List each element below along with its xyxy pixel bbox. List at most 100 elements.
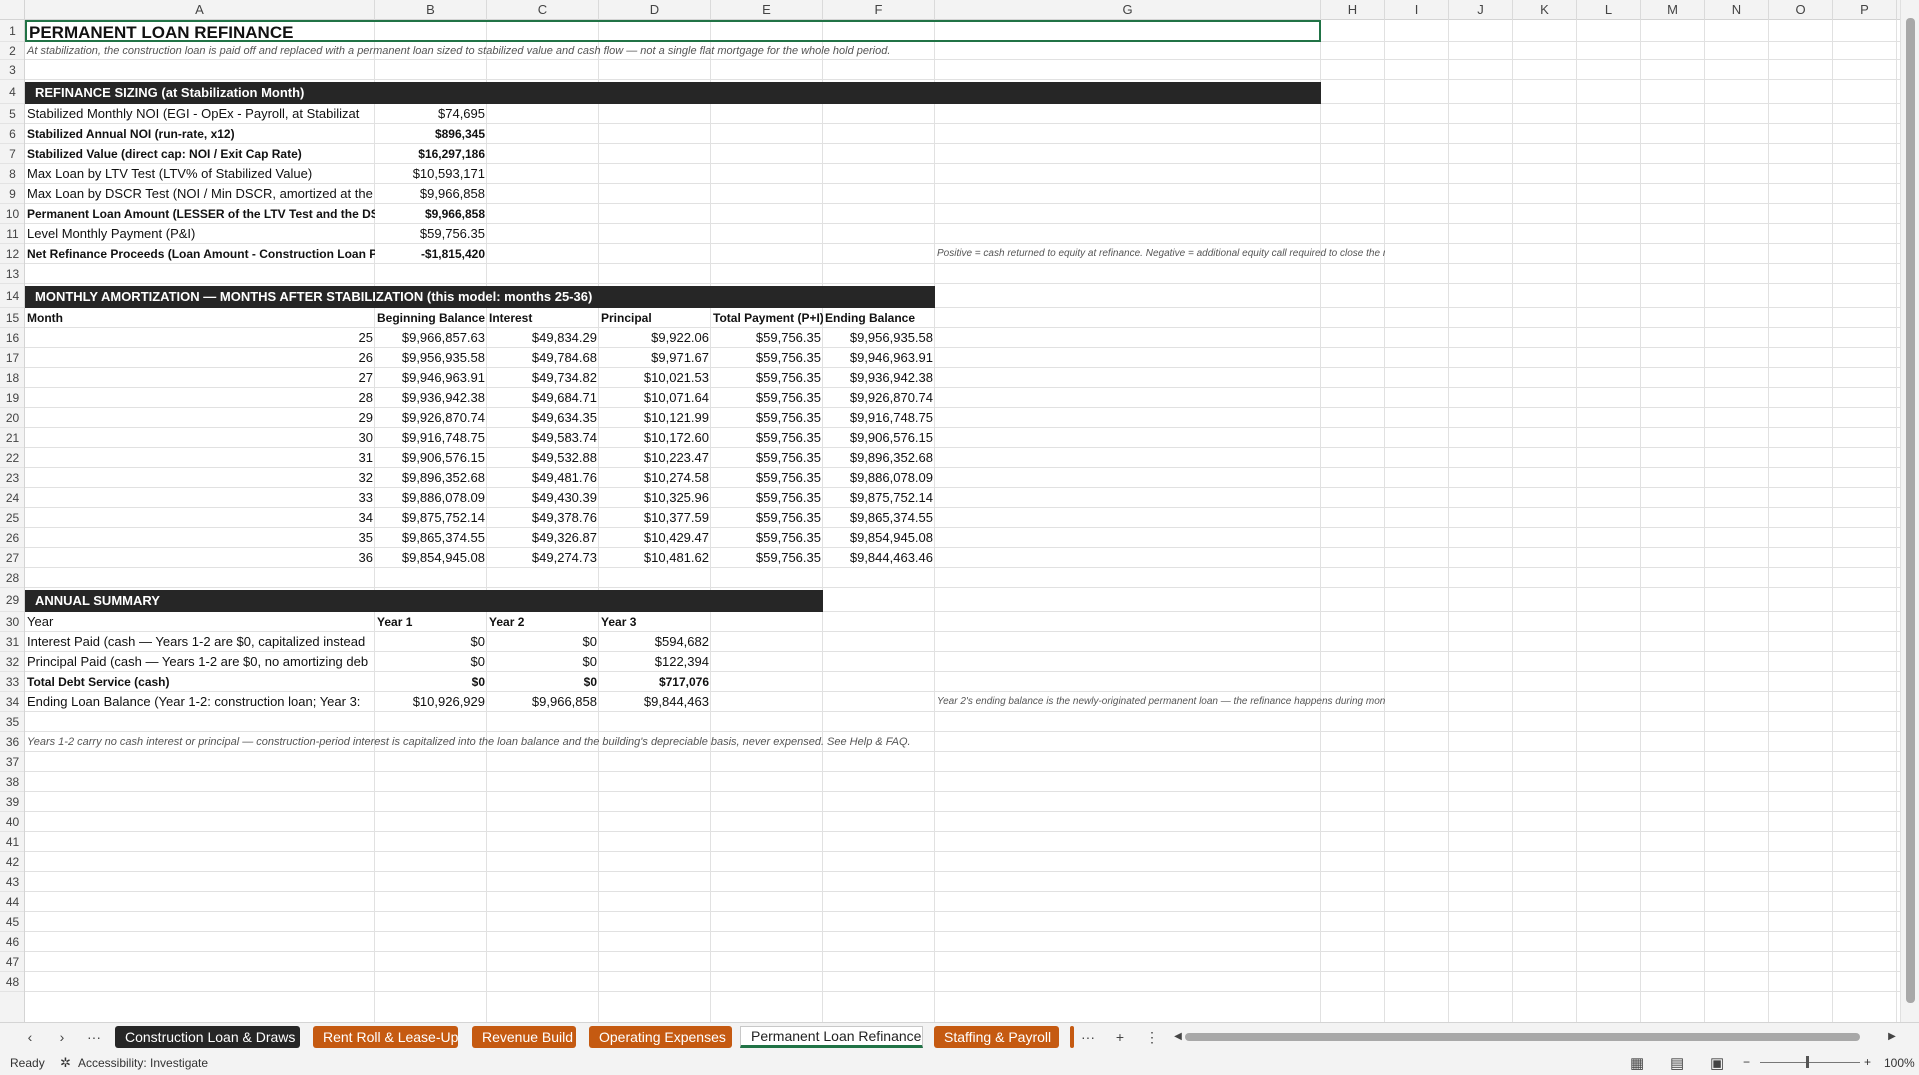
column-header-f[interactable]: F bbox=[823, 0, 935, 20]
amortization-value[interactable]: $49,583.74 bbox=[487, 428, 599, 448]
zoom-in-button[interactable]: + bbox=[1864, 1055, 1871, 1069]
amortization-value[interactable]: $9,946,963.91 bbox=[375, 368, 487, 388]
amortization-value[interactable]: $9,946,963.91 bbox=[823, 348, 935, 368]
amortization-value[interactable]: $10,429.47 bbox=[599, 528, 711, 548]
column-header-k[interactable]: K bbox=[1513, 0, 1577, 20]
row-header[interactable]: 11 bbox=[0, 224, 24, 244]
row-header[interactable]: 9 bbox=[0, 184, 24, 204]
annual-value[interactable]: $0 bbox=[487, 632, 599, 652]
sheet-tab-revenue-build[interactable]: Revenue Build bbox=[472, 1026, 576, 1048]
amortization-month[interactable]: 32 bbox=[25, 468, 375, 488]
refinance-proceeds-note[interactable]: Positive = cash returned to equity at re… bbox=[935, 244, 1385, 264]
row-header[interactable]: 2 bbox=[0, 42, 24, 60]
zoom-slider[interactable] bbox=[1760, 1062, 1860, 1063]
sizing-value[interactable]: $16,297,186 bbox=[375, 144, 487, 164]
amortization-value[interactable]: $9,966,857.63 bbox=[375, 328, 487, 348]
sheet-tab-operating-expenses[interactable]: Operating Expenses bbox=[589, 1026, 732, 1048]
page-break-view-icon[interactable]: ▣ bbox=[1710, 1054, 1724, 1072]
sizing-label[interactable]: Level Monthly Payment (P&I) bbox=[25, 224, 375, 244]
more-tabs-button[interactable]: ··· bbox=[1078, 1027, 1098, 1047]
row-header[interactable]: 37 bbox=[0, 752, 24, 772]
row-header[interactable]: 34 bbox=[0, 692, 24, 712]
amortization-value[interactable]: $59,756.35 bbox=[711, 468, 823, 488]
amortization-value[interactable]: $59,756.35 bbox=[711, 328, 823, 348]
annual-column-header[interactable]: Year 2 bbox=[487, 612, 599, 632]
horizontal-scroll-thumb[interactable] bbox=[1185, 1033, 1860, 1041]
column-header-h[interactable]: H bbox=[1321, 0, 1385, 20]
sizing-label[interactable]: Stabilized Value (direct cap: NOI / Exit… bbox=[25, 144, 375, 164]
amortization-value[interactable]: $49,378.76 bbox=[487, 508, 599, 528]
amortization-month[interactable]: 29 bbox=[25, 408, 375, 428]
row-header[interactable]: 6 bbox=[0, 124, 24, 144]
amortization-value[interactable]: $59,756.35 bbox=[711, 348, 823, 368]
row-header[interactable]: 41 bbox=[0, 832, 24, 852]
annual-value[interactable]: $0 bbox=[375, 672, 487, 692]
accessibility-status[interactable]: Accessibility: Investigate bbox=[78, 1056, 208, 1070]
amortization-value[interactable]: $9,865,374.55 bbox=[375, 528, 487, 548]
column-header-n[interactable]: N bbox=[1705, 0, 1769, 20]
column-header-l[interactable]: L bbox=[1577, 0, 1641, 20]
row-header[interactable]: 18 bbox=[0, 368, 24, 388]
amortization-value[interactable]: $9,875,752.14 bbox=[375, 508, 487, 528]
sizing-label[interactable]: Net Refinance Proceeds (Loan Amount - Co… bbox=[25, 244, 375, 264]
row-header[interactable]: 5 bbox=[0, 104, 24, 124]
amortization-value[interactable]: $10,121.99 bbox=[599, 408, 711, 428]
amortization-month[interactable]: 35 bbox=[25, 528, 375, 548]
amortization-value[interactable]: $59,756.35 bbox=[711, 528, 823, 548]
ending-balance-note[interactable]: Year 2's ending balance is the newly-ori… bbox=[935, 692, 1385, 712]
vertical-scroll-thumb[interactable] bbox=[1906, 18, 1915, 1003]
amortization-column-header[interactable]: Beginning Balance bbox=[375, 308, 487, 328]
amortization-value[interactable]: $9,886,078.09 bbox=[823, 468, 935, 488]
amortization-value[interactable]: $49,684.71 bbox=[487, 388, 599, 408]
sheet-tab-construction-loan-draws[interactable]: Construction Loan & Draws bbox=[115, 1026, 300, 1048]
amortization-value[interactable]: $10,021.53 bbox=[599, 368, 711, 388]
column-header-b[interactable]: B bbox=[375, 0, 487, 20]
row-header[interactable]: 10 bbox=[0, 204, 24, 224]
column-header-j[interactable]: J bbox=[1449, 0, 1513, 20]
column-header-e[interactable]: E bbox=[711, 0, 823, 20]
amortization-value[interactable]: $59,756.35 bbox=[711, 448, 823, 468]
amortization-month[interactable]: 26 bbox=[25, 348, 375, 368]
amortization-value[interactable]: $10,325.96 bbox=[599, 488, 711, 508]
sheet-options-button[interactable]: ⋮ bbox=[1142, 1027, 1162, 1047]
amortization-value[interactable]: $59,756.35 bbox=[711, 408, 823, 428]
row-header[interactable]: 30 bbox=[0, 612, 24, 632]
amortization-value[interactable]: $10,071.64 bbox=[599, 388, 711, 408]
amortization-month[interactable]: 31 bbox=[25, 448, 375, 468]
column-header-d[interactable]: D bbox=[599, 0, 711, 20]
sizing-value[interactable]: $896,345 bbox=[375, 124, 487, 144]
amortization-value[interactable]: $59,756.35 bbox=[711, 508, 823, 528]
annual-value[interactable]: $122,394 bbox=[599, 652, 711, 672]
column-header-p[interactable]: P bbox=[1833, 0, 1897, 20]
row-header[interactable]: 4 bbox=[0, 80, 24, 104]
add-sheet-button[interactable]: + bbox=[1110, 1027, 1130, 1047]
annual-summary-header[interactable]: ANNUAL SUMMARY bbox=[25, 590, 823, 612]
row-header[interactable]: 32 bbox=[0, 652, 24, 672]
row-header[interactable]: 39 bbox=[0, 792, 24, 812]
amortization-value[interactable]: $9,886,078.09 bbox=[375, 488, 487, 508]
annual-value[interactable]: $0 bbox=[487, 672, 599, 692]
amortization-value[interactable]: $49,734.82 bbox=[487, 368, 599, 388]
sheet-tab-permanent-loan-refinance[interactable]: Permanent Loan Refinance bbox=[740, 1026, 923, 1048]
sheet-title[interactable]: PERMANENT LOAN REFINANCE bbox=[25, 20, 1321, 42]
amortization-column-header[interactable]: Total Payment (P+I) bbox=[711, 308, 823, 328]
amortization-column-header[interactable]: Month bbox=[25, 308, 375, 328]
row-header[interactable]: 1 bbox=[0, 20, 24, 42]
sizing-label[interactable]: Stabilized Annual NOI (run-rate, x12) bbox=[25, 124, 375, 144]
amortization-value[interactable]: $9,936,942.38 bbox=[823, 368, 935, 388]
amortization-value[interactable]: $59,756.35 bbox=[711, 548, 823, 568]
sheet-tab-staffing-payroll[interactable]: Staffing & Payroll bbox=[934, 1026, 1059, 1048]
sizing-label[interactable]: Max Loan by DSCR Test (NOI / Min DSCR, a… bbox=[25, 184, 375, 204]
amortization-value[interactable]: $9,896,352.68 bbox=[375, 468, 487, 488]
sizing-label[interactable]: Max Loan by LTV Test (LTV% of Stabilized… bbox=[25, 164, 375, 184]
annual-label[interactable]: Principal Paid (cash — Years 1-2 are $0,… bbox=[25, 652, 375, 672]
amortization-month[interactable]: 28 bbox=[25, 388, 375, 408]
column-header-c[interactable]: C bbox=[487, 0, 599, 20]
amortization-value[interactable]: $59,756.35 bbox=[711, 428, 823, 448]
amortization-value[interactable]: $9,926,870.74 bbox=[375, 408, 487, 428]
zoom-level[interactable]: 100% bbox=[1884, 1056, 1915, 1070]
row-header[interactable]: 8 bbox=[0, 164, 24, 184]
amortization-month[interactable]: 34 bbox=[25, 508, 375, 528]
row-header[interactable]: 29 bbox=[0, 588, 24, 612]
row-header[interactable]: 12 bbox=[0, 244, 24, 264]
